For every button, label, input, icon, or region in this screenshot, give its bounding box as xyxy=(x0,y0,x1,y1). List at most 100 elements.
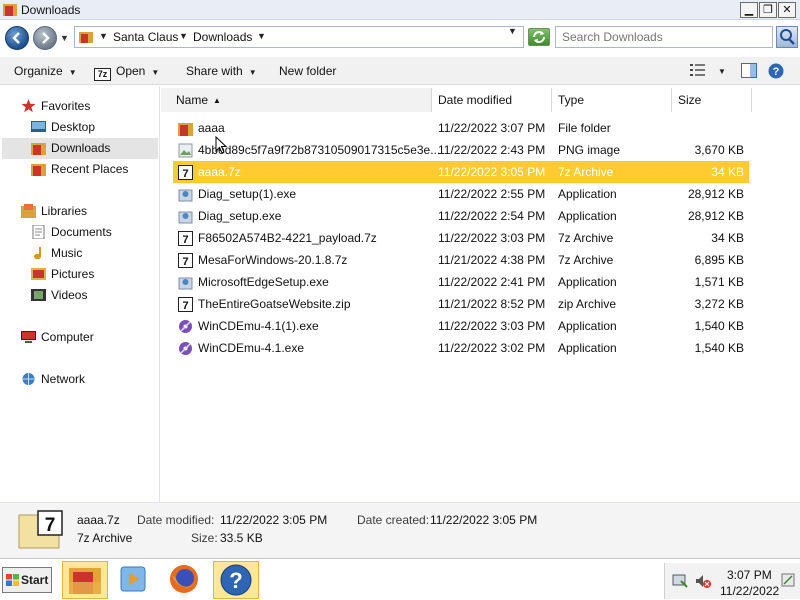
nav-desktop-label: Desktop xyxy=(51,120,96,134)
open-menu[interactable]: 7z Open ▼ xyxy=(94,64,159,81)
view-options-icon[interactable] xyxy=(690,63,706,77)
list-item[interactable]: aaaa 11/22/2022 3:07 PM File folder xyxy=(173,117,749,139)
recent-pages-dropdown[interactable]: ▼ xyxy=(60,33,69,43)
windows-flag-icon xyxy=(6,574,19,586)
nav-libraries[interactable]: Libraries xyxy=(21,201,88,221)
nav-network[interactable]: Network xyxy=(22,369,86,389)
network-icon xyxy=(22,373,35,385)
svg-text:7: 7 xyxy=(182,300,188,312)
breadcrumb-arrow[interactable]: ▼ xyxy=(257,31,266,41)
close-button[interactable]: ✕ xyxy=(778,2,796,18)
file-type: Application xyxy=(558,187,617,201)
details-pane: 7 aaaa.7z 7z Archive Date modified: 11/2… xyxy=(0,502,800,558)
nav-libraries-label: Libraries xyxy=(41,204,88,218)
address-history-dropdown[interactable]: ▼ xyxy=(508,26,517,36)
archive-zip-icon: 7 xyxy=(178,297,193,312)
file-size: 34 KB xyxy=(711,165,744,179)
search-input[interactable] xyxy=(556,27,756,47)
minimize-button[interactable]: ▁ xyxy=(740,2,758,18)
breadcrumb-downloads[interactable]: Downloads xyxy=(193,30,252,44)
list-item[interactable]: MicrosoftEdgeSetup.exe 11/22/2022 2:41 P… xyxy=(173,271,749,293)
file-date: 11/22/2022 2:41 PM xyxy=(438,275,546,289)
nav-music-label: Music xyxy=(51,246,83,260)
column-header-date-modified[interactable]: Date modified xyxy=(432,88,552,112)
nav-computer-label: Computer xyxy=(41,330,94,344)
file-type: zip Archive xyxy=(558,297,617,311)
nav-documents[interactable]: Documents xyxy=(32,222,112,242)
file-date: 11/21/2022 4:38 PM xyxy=(438,253,546,267)
start-button[interactable]: Start xyxy=(2,567,52,593)
column-header-type[interactable]: Type xyxy=(552,88,672,112)
chevron-down-icon: ▼ xyxy=(248,68,257,77)
refresh-button[interactable] xyxy=(528,28,550,46)
new-folder-button[interactable]: New folder xyxy=(279,64,336,78)
taskbar-firefox[interactable] xyxy=(162,561,208,599)
show-desktop-icon[interactable] xyxy=(781,573,795,587)
nav-favorites[interactable]: Favorites xyxy=(21,96,90,116)
list-item[interactable]: 7 TheEntireGoatseWebsite.zip 11/21/2022 … xyxy=(173,293,749,315)
column-size-label: Size xyxy=(678,93,702,107)
taskbar-media-player[interactable] xyxy=(111,561,157,599)
archive-7z-icon: 7z xyxy=(94,68,111,81)
search-box[interactable] xyxy=(555,26,773,48)
maximize-button[interactable]: ❐ xyxy=(759,2,777,18)
nav-desktop[interactable]: Desktop xyxy=(31,117,96,137)
search-button[interactable] xyxy=(776,26,798,48)
list-item-selected[interactable]: 7 aaaa.7z 11/22/2022 3:05 PM 7z Archive … xyxy=(173,161,749,183)
list-item[interactable]: WinCDEmu-4.1(1).exe 11/22/2022 3:03 PM A… xyxy=(173,315,749,337)
file-size: 6,895 KB xyxy=(694,253,744,267)
breadcrumb-arrow[interactable]: ▼ xyxy=(179,31,188,41)
list-item[interactable]: WinCDEmu-4.1.exe 11/22/2022 3:02 PM Appl… xyxy=(173,337,749,359)
file-size: 28,912 KB xyxy=(687,187,744,201)
details-size-label: Size: xyxy=(191,531,218,545)
file-name: F86502A574B2-4221_payload.7z xyxy=(198,231,377,245)
nav-music[interactable]: Music xyxy=(34,243,83,263)
column-header-name[interactable]: Name ▲ xyxy=(161,88,432,112)
forward-button[interactable] xyxy=(33,26,57,50)
nav-pictures[interactable]: Pictures xyxy=(31,264,94,284)
file-type: Application xyxy=(558,209,617,223)
list-item[interactable]: Diag_setup(1).exe 11/22/2022 2:55 PM App… xyxy=(173,183,749,205)
column-type-label: Type xyxy=(558,93,585,107)
details-filename: aaaa.7z xyxy=(77,513,120,527)
open-label: Open xyxy=(116,64,146,78)
share-with-menu[interactable]: Share with ▼ xyxy=(186,64,257,78)
file-date: 11/22/2022 3:07 PM xyxy=(438,121,546,135)
list-item[interactable]: Diag_setup.exe 11/22/2022 2:54 PM Applic… xyxy=(173,205,749,227)
address-bar[interactable]: ▼ Santa Claus ▼ Downloads ▼ xyxy=(74,26,524,48)
nav-recent-places[interactable]: Recent Places xyxy=(31,159,129,179)
clock-date[interactable]: 11/22/2022 xyxy=(720,584,779,598)
file-size: 1,571 KB xyxy=(694,275,744,289)
file-size: 1,540 KB xyxy=(694,341,744,355)
star-icon xyxy=(21,99,36,113)
list-item[interactable]: 4bbed89c5f7a9f72b87310509017315c5e3e... … xyxy=(173,139,749,161)
file-name: TheEntireGoatseWebsite.zip xyxy=(198,297,351,311)
volume-muted-icon[interactable] xyxy=(695,573,711,589)
start-label: Start xyxy=(21,573,49,587)
file-date: 11/21/2022 8:52 PM xyxy=(438,297,546,311)
preview-pane-icon[interactable] xyxy=(741,63,757,78)
taskbar-help[interactable]: ? xyxy=(213,561,259,599)
action-center-icon[interactable] xyxy=(672,573,688,589)
back-button[interactable] xyxy=(5,26,29,50)
clock-time[interactable]: 3:07 PM xyxy=(727,568,772,582)
nav-network-label: Network xyxy=(41,372,86,386)
list-item[interactable]: 7 F86502A574B2-4221_payload.7z 11/22/202… xyxy=(173,227,749,249)
svg-text:7: 7 xyxy=(182,256,188,268)
details-date-modified: 11/22/2022 3:05 PM xyxy=(220,513,328,527)
list-item[interactable]: 7 MesaForWindows-20.1.8.7z 11/21/2022 4:… xyxy=(173,249,749,271)
organize-menu[interactable]: Organize ▼ xyxy=(14,64,77,78)
view-options-dropdown[interactable]: ▼ xyxy=(718,67,726,76)
details-date-created-label: Date created: xyxy=(357,513,430,527)
nav-videos[interactable]: Videos xyxy=(31,285,87,305)
help-icon[interactable]: ? xyxy=(768,63,784,79)
nav-computer[interactable]: Computer xyxy=(21,327,94,347)
nav-downloads[interactable]: Downloads xyxy=(31,138,110,158)
title-bar: Downloads ▁ ❐ ✕ xyxy=(0,0,800,20)
archive-7z-icon: 7 xyxy=(178,165,193,180)
taskbar-file-explorer[interactable] xyxy=(62,561,108,599)
column-header-size[interactable]: Size xyxy=(672,88,752,112)
breadcrumb-root-arrow[interactable]: ▼ xyxy=(99,31,108,41)
breadcrumb-santa-claus[interactable]: Santa Claus xyxy=(113,30,178,44)
nav-recent-places-label: Recent Places xyxy=(51,162,129,176)
